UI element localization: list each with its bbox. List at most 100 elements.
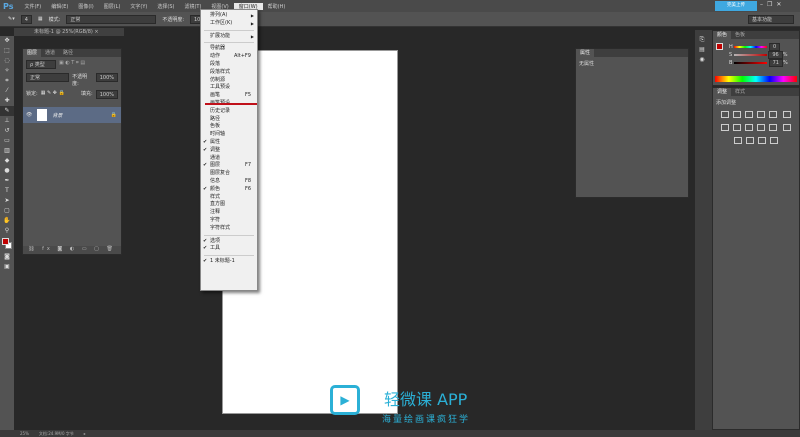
- window-menu-item[interactable]: ✔ 颜色 F6: [201, 186, 257, 194]
- mode-select[interactable]: 正常: [66, 14, 157, 24]
- dodge-icon[interactable]: ●: [0, 166, 14, 176]
- eraser-icon[interactable]: ▭: [0, 136, 14, 146]
- watermark-subtitle: 海量绘画课疯狂学: [382, 415, 471, 425]
- menu-1[interactable]: 编辑(E): [46, 3, 73, 10]
- window-menu-item[interactable]: 字符: [201, 217, 257, 225]
- upload-button[interactable]: 完美上传: [715, 1, 757, 11]
- window-menu-item[interactable]: 注释: [201, 209, 257, 217]
- stamp-tool-icon[interactable]: ⊥: [0, 116, 14, 126]
- brightness-row[interactable]: B 71%: [729, 59, 788, 67]
- menu-9[interactable]: 帮助(H): [263, 3, 291, 10]
- window-menu-item[interactable]: 扩展功能 ▶: [201, 33, 257, 41]
- doc-info[interactable]: 文档:24.9M/0 字节: [39, 430, 74, 437]
- window-menu-item[interactable]: 时间轴: [201, 131, 257, 139]
- layer-row[interactable]: 👁 背景 🔒: [23, 107, 121, 123]
- workspace-select[interactable]: 基本功能: [748, 14, 794, 24]
- tab-paths[interactable]: 路径: [59, 49, 77, 57]
- fill-field[interactable]: 100%: [95, 90, 118, 99]
- window-menu-item[interactable]: ✔ 调整: [201, 147, 257, 155]
- foreground-color[interactable]: [716, 43, 723, 50]
- lock-icons[interactable]: ▦ ✎ ✥ 🔒: [41, 90, 65, 99]
- crop-tool-icon[interactable]: ⌗: [0, 76, 14, 86]
- marquee-tool-icon[interactable]: ⬚: [0, 46, 14, 56]
- zoom-tool-icon[interactable]: ⚲: [0, 226, 14, 236]
- lasso-tool-icon[interactable]: ◌: [0, 56, 14, 66]
- window-menu-item[interactable]: 图层复合: [201, 170, 257, 178]
- brush-tool-icon[interactable]: ✎: [0, 106, 14, 116]
- layer-actions[interactable]: ⛓ fx ◙ ◐ ▭ ▢ 🗑: [23, 246, 121, 254]
- check-icon: ✔: [203, 162, 208, 169]
- menu-3[interactable]: 图层(L): [99, 3, 126, 10]
- menu-4[interactable]: 文字(Y): [125, 3, 152, 10]
- menu-5[interactable]: 选择(S): [152, 3, 179, 10]
- shape-tool-icon[interactable]: ▢: [0, 206, 14, 216]
- window-menu-item[interactable]: 通道: [201, 155, 257, 163]
- tab-styles[interactable]: 样式: [731, 88, 749, 96]
- window-menu-item[interactable]: ✔ 选项: [201, 238, 257, 246]
- menu-bar: Ps 文件(F) 编辑(E) 图像(I) 图层(L) 文字(Y) 选择(S) 滤镜(T) 视图…: [0, 0, 800, 12]
- hand-tool-icon[interactable]: ✋: [0, 216, 14, 226]
- tab-color[interactable]: 颜色: [713, 31, 732, 39]
- hue-row[interactable]: H 0: [729, 43, 788, 51]
- tab-layers[interactable]: 图层: [23, 49, 42, 57]
- layer-filter[interactable]: ρ 类型: [26, 60, 56, 69]
- window-menu-item[interactable]: 工作区(K) ▶: [201, 20, 257, 28]
- brush-icon[interactable]: ✎▾: [8, 16, 15, 22]
- menu-2[interactable]: 图像(I): [73, 3, 98, 10]
- pen-tool-icon[interactable]: ✒: [0, 176, 14, 186]
- color-swatches[interactable]: [0, 236, 14, 252]
- layer-opacity[interactable]: 100%: [95, 73, 118, 82]
- fill-label: 填充:: [81, 91, 93, 97]
- saturation-row[interactable]: S 96%: [729, 51, 788, 59]
- window-menu-item[interactable]: 段落: [201, 61, 257, 69]
- window-menu-item[interactable]: 画笔 F5: [201, 92, 257, 100]
- window-menu-item[interactable]: 工具预设: [201, 84, 257, 92]
- screen-mode-icon[interactable]: ▣: [0, 262, 14, 272]
- tab-adjustments[interactable]: 调整: [713, 88, 732, 96]
- blend-mode-select[interactable]: 正常: [26, 73, 70, 82]
- brush-size[interactable]: 4: [20, 14, 32, 24]
- window-menu-item[interactable]: ✔ 1 未标题-1: [201, 258, 257, 266]
- window-menu-item[interactable]: 字符样式: [201, 225, 257, 233]
- type-tool-icon[interactable]: T: [0, 186, 14, 196]
- tab-properties[interactable]: 属性: [576, 49, 595, 57]
- clone-source-icon[interactable]: ◉: [695, 55, 709, 65]
- zoom-level[interactable]: 25%: [20, 430, 29, 437]
- window-menu-item[interactable]: 排列(A) ▶: [201, 12, 257, 20]
- window-controls[interactable]: –❐✕: [760, 1, 785, 8]
- status-arrow-icon[interactable]: ▸: [84, 430, 86, 437]
- layer-name[interactable]: 背景: [52, 112, 62, 119]
- tab-swatches[interactable]: 色板: [731, 31, 749, 39]
- adjustment-icons[interactable]: [713, 109, 799, 148]
- history-icon[interactable]: ⎘: [695, 35, 709, 45]
- quick-mask-icon[interactable]: ◙: [0, 252, 14, 262]
- eyedropper-icon[interactable]: ⁄: [0, 86, 14, 96]
- filter-icons[interactable]: ▣ ◐ T ⌗ ▤: [59, 60, 85, 69]
- window-menu-item[interactable]: 段落样式: [201, 69, 257, 77]
- brush-panel-icon[interactable]: ▦: [38, 16, 43, 22]
- document-tab[interactable]: 未标题-1 @ 25%(RGB/8) ×: [14, 28, 124, 36]
- window-menu-item[interactable]: 信息 F8: [201, 178, 257, 186]
- window-menu-item[interactable]: 色板: [201, 123, 257, 131]
- window-menu-item[interactable]: 动作 Alt+F9: [201, 53, 257, 61]
- window-menu-item[interactable]: ✔ 属性: [201, 139, 257, 147]
- window-menu-item[interactable]: 历史记录: [201, 108, 257, 116]
- menu-separator: [204, 42, 254, 44]
- history-brush-icon[interactable]: ↺: [0, 126, 14, 136]
- quick-select-icon[interactable]: ✧: [0, 66, 14, 76]
- tab-channels[interactable]: 通道: [41, 49, 59, 57]
- gradient-icon[interactable]: ▥: [0, 146, 14, 156]
- menu-separator: [204, 255, 254, 257]
- color-spectrum[interactable]: [715, 76, 797, 82]
- healing-icon[interactable]: ✚: [0, 96, 14, 106]
- window-menu-item[interactable]: ✔ 工具: [201, 245, 257, 253]
- path-select-icon[interactable]: ➤: [0, 196, 14, 206]
- window-menu-item[interactable]: 直方图: [201, 201, 257, 209]
- status-bar: 25% 文档:24.9M/0 字节 ▸: [0, 430, 800, 437]
- brush-presets-icon[interactable]: ▤: [695, 45, 709, 55]
- blur-icon[interactable]: ◆: [0, 156, 14, 166]
- menu-0[interactable]: 文件(F): [19, 3, 46, 10]
- visibility-eye-icon[interactable]: 👁: [26, 112, 32, 118]
- window-menu-item[interactable]: ✔ 图层 F7: [201, 162, 257, 170]
- move-tool-icon[interactable]: ✥: [0, 36, 14, 46]
